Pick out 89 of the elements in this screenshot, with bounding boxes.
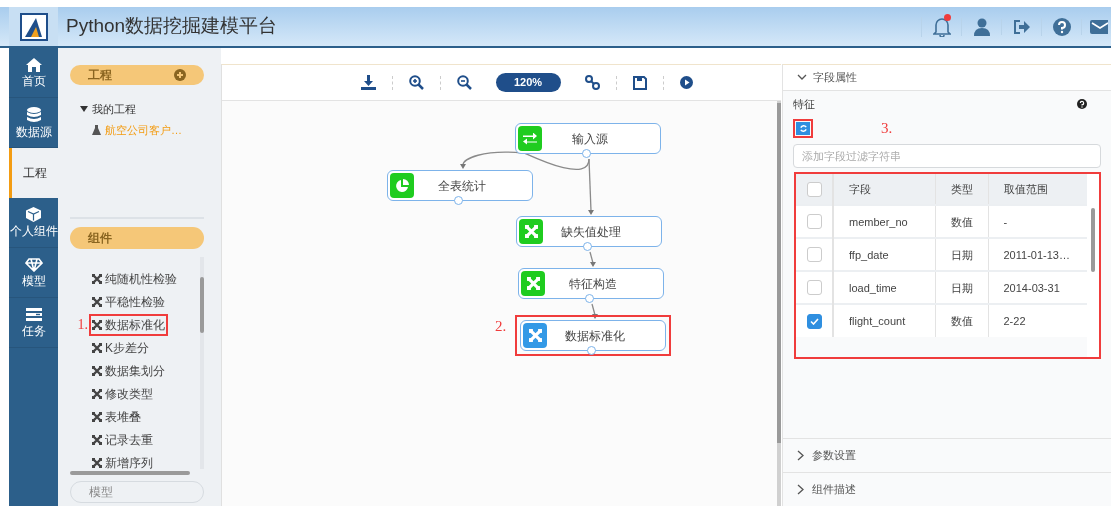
- model-title: 模型: [89, 484, 113, 501]
- run-icon[interactable]: [679, 76, 693, 89]
- tasks-icon: [25, 307, 42, 322]
- project-title: 工程: [88, 67, 112, 84]
- add-icon[interactable]: [174, 69, 186, 81]
- component-item[interactable]: 数据集划分: [89, 359, 168, 382]
- section-header[interactable]: 参数设置: [783, 438, 1111, 472]
- cross-icon: [524, 225, 538, 238]
- column-header[interactable]: 取值范围: [988, 174, 1087, 206]
- scrollbar-thumb[interactable]: [1091, 208, 1095, 273]
- download-icon[interactable]: [360, 75, 376, 90]
- component-icon: [92, 319, 102, 330]
- component-icon: [92, 388, 102, 399]
- table-cell: 2014-03-31: [988, 271, 1087, 305]
- component-item[interactable]: K步差分: [89, 336, 152, 359]
- nav-item[interactable]: 工程: [9, 148, 58, 198]
- zoom-in-icon[interactable]: [408, 75, 424, 90]
- horizontal-scrollbar[interactable]: [70, 471, 190, 475]
- component-item[interactable]: 修改类型: [89, 382, 156, 405]
- table-cell: 2011-01-13…: [988, 238, 1087, 272]
- annotation-number: 1.: [76, 316, 88, 334]
- caret-down-icon: [80, 106, 88, 112]
- section-title: 字段属性: [813, 70, 857, 86]
- app-title: Python数据挖掘建模平台: [66, 14, 278, 39]
- refresh-icon: [798, 123, 808, 133]
- connector-arrow: [591, 303, 598, 319]
- component-item[interactable]: 表堆叠: [89, 405, 144, 428]
- column-header[interactable]: 字段: [833, 174, 935, 206]
- bell-icon: [932, 16, 951, 37]
- logo-icon: [19, 12, 48, 41]
- column-header[interactable]: 类型: [935, 174, 988, 206]
- scrollbar-thumb[interactable]: [200, 277, 204, 333]
- component-icon: [92, 411, 102, 422]
- output-port[interactable]: [587, 346, 596, 355]
- cross-icon: [528, 329, 542, 342]
- component-item[interactable]: 新增序列: [89, 451, 156, 474]
- user-icon[interactable]: [973, 17, 990, 36]
- section-header[interactable]: 组件描述: [783, 472, 1111, 506]
- checkbox[interactable]: [806, 313, 822, 329]
- swap-icon: [523, 132, 537, 145]
- scrollbar-thumb[interactable]: [777, 103, 781, 443]
- annotation-number: 2.: [495, 317, 507, 336]
- component-icon: [92, 434, 102, 445]
- component-item[interactable]: 平稳性检验: [89, 290, 168, 313]
- output-port[interactable]: [454, 196, 463, 205]
- checkbox[interactable]: [806, 181, 822, 197]
- component-icon: [92, 457, 102, 468]
- zoom-level: 120%: [495, 73, 561, 92]
- tree-item[interactable]: 我的工程: [70, 99, 204, 119]
- output-port[interactable]: [585, 294, 594, 303]
- component-icon: [92, 296, 102, 307]
- table-cell: flight_count: [833, 304, 935, 338]
- checkbox[interactable]: [806, 247, 822, 263]
- chevron-right-icon: [797, 450, 804, 461]
- checkbox[interactable]: [806, 214, 822, 230]
- table-cell: 2-22: [988, 304, 1087, 338]
- cube-icon: [26, 207, 41, 222]
- component-title: 组件: [88, 230, 112, 247]
- table-cell: -: [988, 205, 1087, 239]
- field-properties-header[interactable]: 字段属性: [783, 65, 1111, 91]
- database-icon: [26, 106, 41, 123]
- annotation-number: 3.: [881, 119, 893, 139]
- checkmark-icon: [809, 317, 819, 325]
- home-icon: [25, 57, 42, 72]
- logout-icon[interactable]: [1012, 18, 1031, 35]
- output-port[interactable]: [582, 149, 591, 158]
- cross-icon: [526, 277, 540, 290]
- link-icon[interactable]: [584, 75, 600, 90]
- output-port[interactable]: [583, 242, 592, 251]
- refresh-button[interactable]: [796, 121, 810, 135]
- component-item[interactable]: 纯随机性检验: [89, 267, 180, 290]
- diamond-icon: [24, 257, 43, 272]
- component-icon: [92, 273, 102, 284]
- checkbox[interactable]: [806, 280, 822, 296]
- pie-chart-icon: [395, 178, 409, 193]
- help-icon[interactable]: [1077, 99, 1087, 110]
- chevron-right-icon: [797, 484, 804, 495]
- flask-icon: [92, 125, 101, 135]
- component-item[interactable]: 数据标准化: [89, 313, 168, 336]
- filter-field[interactable]: 添加字段过滤字符串: [793, 144, 1101, 169]
- table-cell: 数值: [935, 304, 988, 338]
- mail-icon[interactable]: [1090, 18, 1108, 35]
- connector-arrow: [589, 251, 596, 267]
- feature-label: 特征: [793, 96, 815, 112]
- component-item[interactable]: 记录去重: [89, 428, 156, 451]
- component-icon: [92, 365, 102, 376]
- save-icon[interactable]: [632, 75, 647, 90]
- zoom-out-icon[interactable]: [456, 75, 472, 90]
- component-icon: [92, 342, 102, 353]
